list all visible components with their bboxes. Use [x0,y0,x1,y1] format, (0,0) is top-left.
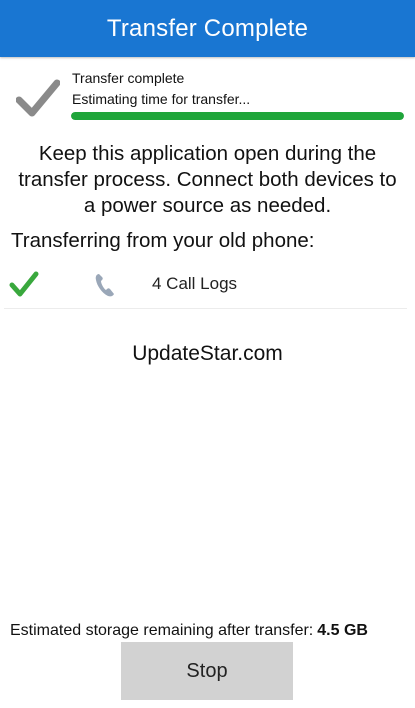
stop-button[interactable]: Stop [121,642,293,700]
progress-bar [71,112,404,120]
list-item: 4 Call Logs [0,264,415,308]
transfer-heading: Transferring from your old phone: [11,229,315,252]
title-bar: Transfer Complete [0,0,415,57]
status-subtext: Estimating time for transfer... [72,91,251,107]
storage-estimate: Estimated storage remaining after transf… [10,622,410,640]
storage-value: 4.5 GB [317,622,368,639]
transfer-screen: Transfer Complete Transfer complete Esti… [0,0,415,708]
page-title: Transfer Complete [106,14,309,42]
item-label: 4 Call Logs [152,274,238,293]
progress-fill [71,112,404,120]
check-icon [16,79,60,117]
divider [4,308,407,309]
watermark: UpdateStar.com [132,342,283,365]
phone-icon [95,274,114,297]
status-text: Transfer complete [72,70,185,86]
check-icon [9,271,39,297]
instructions-text: Keep this application open during the tr… [18,142,397,217]
transfer-status: Transfer complete Estimating time for tr… [0,64,415,124]
storage-label: Estimated storage remaining after transf… [10,622,314,639]
